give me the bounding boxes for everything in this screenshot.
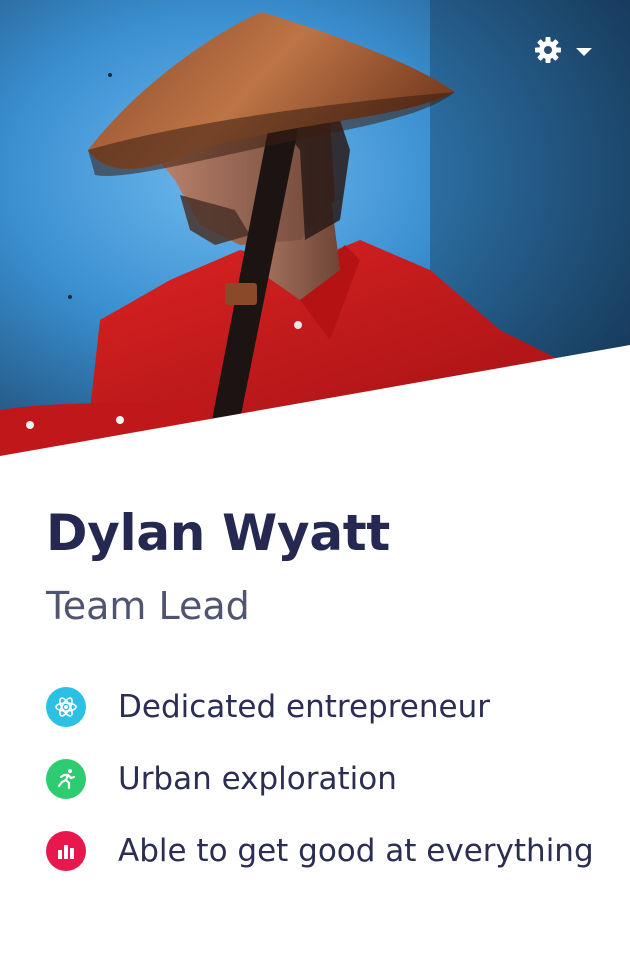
running-icon: [46, 759, 86, 799]
trait-item: Dedicated entrepreneur: [46, 684, 594, 730]
trait-item: Able to get good at everything: [46, 828, 594, 874]
bar-chart-icon: [46, 831, 86, 871]
traits-list: Dedicated entrepreneur Urban exploration: [46, 684, 594, 900]
profile-role: Team Lead: [46, 584, 250, 628]
profile-card: Dylan Wyatt Team Lead Dedicated entrepre…: [0, 0, 630, 970]
profile-name: Dylan Wyatt: [46, 504, 390, 562]
trait-item: Urban exploration: [46, 756, 594, 802]
caret-down-icon: [576, 47, 592, 56]
trait-label: Dedicated entrepreneur: [118, 688, 490, 725]
settings-menu-button[interactable]: [534, 36, 592, 64]
trait-label: Urban exploration: [118, 760, 397, 797]
trait-label: Able to get good at everything: [118, 832, 594, 869]
atom-icon: [46, 687, 86, 727]
profile-photo: [0, 0, 630, 460]
gear-icon: [535, 37, 561, 63]
